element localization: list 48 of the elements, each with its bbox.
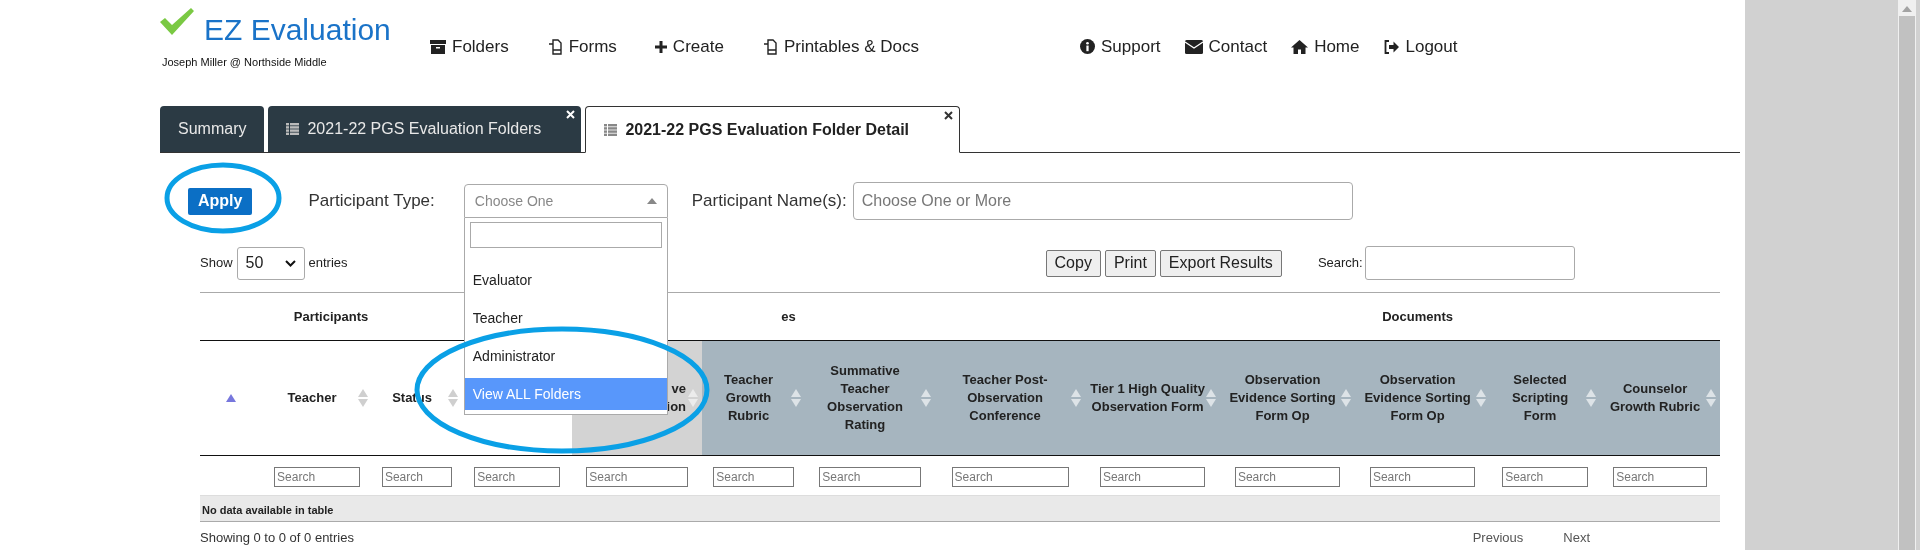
dropdown-option[interactable]: Teacher xyxy=(464,302,667,334)
participant-name-field[interactable]: Choose One or More xyxy=(852,182,1353,220)
column-header[interactable]: Teacher xyxy=(266,389,358,407)
table-info: Showing 0 to 0 of 0 entries xyxy=(200,529,354,547)
nav-link[interactable]: Printables & Docs xyxy=(761,34,919,60)
tab[interactable]: Summary xyxy=(160,106,265,152)
dropdown-option[interactable]: Administrator xyxy=(464,340,667,372)
dropdown-option[interactable]: Evaluator xyxy=(464,264,667,296)
tab[interactable]: 2021-22 PGS Evaluation Folders xyxy=(268,106,582,152)
column-search-field[interactable]: Search xyxy=(713,466,794,487)
pagination-link[interactable]: Next xyxy=(1563,528,1590,548)
column-search-field[interactable]: Search xyxy=(274,466,360,487)
tab[interactable]: 2021-22 PGS Evaluation Folder Detail xyxy=(585,106,961,153)
column-search-field[interactable]: Search xyxy=(819,466,921,487)
field-label: Participant Type: xyxy=(308,190,435,213)
toolbar-button[interactable]: Print xyxy=(1104,249,1156,277)
field-label: Participant Name(s): xyxy=(691,190,847,213)
search-label: Search: xyxy=(1317,254,1363,273)
column-search-field[interactable]: Search xyxy=(1502,466,1588,487)
participant-type-select[interactable]: Choose One xyxy=(463,184,668,218)
column-search-field[interactable]: Search xyxy=(1099,466,1206,487)
column-search-field[interactable]: Search xyxy=(1613,466,1707,487)
nav-link[interactable]: Folders xyxy=(430,34,509,60)
nav-link[interactable]: Support xyxy=(1080,34,1161,60)
nav-link[interactable]: Forms xyxy=(546,34,617,60)
toolbar-button[interactable]: Export Results xyxy=(1159,249,1282,277)
entries-label: entries xyxy=(308,254,348,273)
column-search-field[interactable]: Search xyxy=(1369,466,1476,487)
column-search-field[interactable]: Search xyxy=(1234,466,1341,487)
column-search-field[interactable]: Search xyxy=(474,466,560,487)
column-search-field[interactable]: Search xyxy=(951,466,1069,487)
column-search-field[interactable]: Search xyxy=(381,466,453,487)
column-search-field[interactable]: Search xyxy=(586,466,688,487)
app-title: EZ Evaluation xyxy=(204,12,391,48)
nav-link[interactable]: Home xyxy=(1291,34,1360,60)
nav-link[interactable]: Logout xyxy=(1383,34,1458,60)
show-label: Show xyxy=(200,254,233,273)
nav-link[interactable]: Contact xyxy=(1184,34,1268,60)
user-school-label: Joseph Miller @ Northside Middle xyxy=(162,55,328,70)
column-group-header: Participants xyxy=(293,308,369,324)
pagination-link[interactable]: Previous xyxy=(1472,528,1524,548)
empty-table-message: No data available in table xyxy=(202,503,334,516)
toolbar-button[interactable]: Copy xyxy=(1045,249,1101,277)
column-group-header: Documents xyxy=(1382,308,1453,324)
column-group-header: es xyxy=(781,308,796,324)
nav-link[interactable]: Create xyxy=(654,34,724,60)
apply-button[interactable]: Apply xyxy=(188,187,253,215)
entries-select[interactable]: 50 xyxy=(236,246,305,280)
